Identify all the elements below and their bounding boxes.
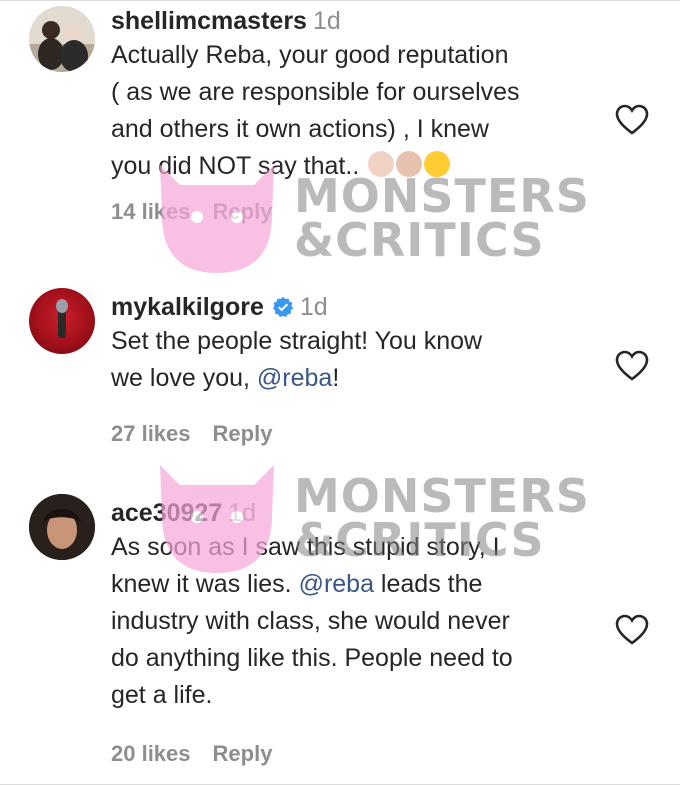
- comment-line-with-emoji: you did NOT say that..: [111, 148, 611, 185]
- comment-text-segment: !: [332, 364, 340, 392]
- comment-line: ( as we are responsible for ourselves: [111, 78, 520, 106]
- comment-username[interactable]: mykalkilgore: [111, 293, 264, 321]
- avatar[interactable]: [29, 6, 95, 72]
- comment-text-segment: leads the: [373, 570, 483, 598]
- comment-line: we love you, @reba!: [111, 360, 611, 397]
- reply-button[interactable]: Reply: [213, 421, 273, 446]
- comment-timestamp: 1d: [312, 7, 341, 35]
- comment-line: and others it own actions) , I knew: [111, 115, 489, 143]
- heart-outline-icon[interactable]: [615, 104, 649, 136]
- comment-line: Set the people straight! You know: [111, 327, 483, 355]
- comment-line: knew it was lies. @reba leads the: [111, 566, 611, 603]
- comment-text-segment: we love you,: [111, 364, 257, 392]
- heart-outline-icon[interactable]: [615, 350, 649, 382]
- heart-outline-icon[interactable]: [615, 614, 649, 646]
- like-count[interactable]: 20 likes: [111, 741, 191, 766]
- comment-timestamp: 1d: [299, 293, 328, 321]
- comment-line: you did NOT say that..: [111, 152, 360, 180]
- avatar[interactable]: [29, 494, 95, 560]
- avatar[interactable]: [29, 288, 95, 354]
- comment-line: Actually Reba, your good reputation: [111, 41, 509, 69]
- like-count[interactable]: 14 likes: [111, 199, 191, 224]
- reply-button[interactable]: Reply: [213, 199, 273, 224]
- comment-username[interactable]: shellimcmasters: [111, 7, 307, 35]
- comment-text: As soon as I saw this stupid story, I kn…: [111, 529, 611, 714]
- comment-line: industry with class, she would never: [111, 607, 510, 635]
- comment-text: Set the people straight! You know we lov…: [111, 323, 611, 397]
- grimacing-face-emoji: [424, 151, 451, 177]
- woman-raising-hand-emoji: [368, 151, 395, 177]
- comment-text: Actually Reba, your good reputation ( as…: [111, 37, 611, 185]
- comment-timestamp: 1d: [228, 499, 257, 527]
- mention-link[interactable]: @reba: [299, 570, 374, 598]
- comment-line: As soon as I saw this stupid story, I: [111, 533, 500, 561]
- comment-username[interactable]: ace30927: [111, 499, 222, 527]
- mention-link[interactable]: @reba: [257, 364, 332, 392]
- reply-button[interactable]: Reply: [213, 741, 273, 766]
- comment-line: get a life.: [111, 681, 213, 709]
- verified-badge-icon: [272, 296, 293, 317]
- comment-text-segment: knew it was lies.: [111, 570, 299, 598]
- comment-line: do anything like this. People need to: [111, 644, 513, 672]
- woman-raising-hand-emoji: [396, 151, 423, 177]
- like-count[interactable]: 27 likes: [111, 421, 191, 446]
